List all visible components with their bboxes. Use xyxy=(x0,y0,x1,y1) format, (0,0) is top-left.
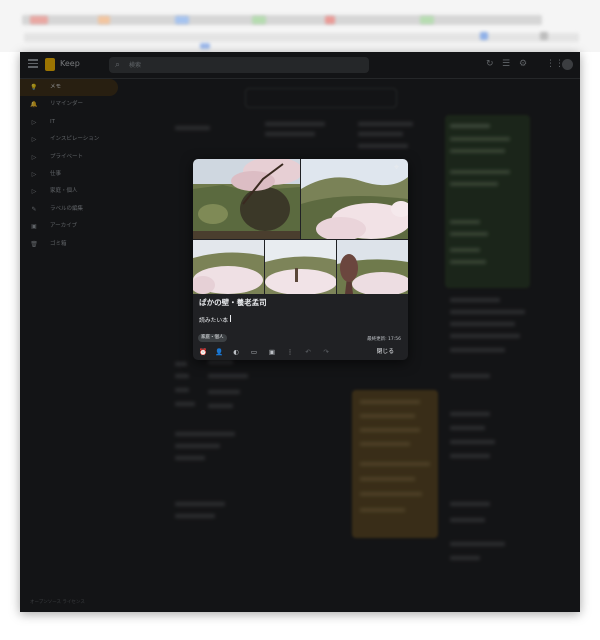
note-photo-3[interactable] xyxy=(193,240,264,294)
note-title[interactable]: ぱかの壁・養老孟司 xyxy=(199,297,267,308)
note-photo-1[interactable] xyxy=(193,159,300,239)
redo-icon[interactable]: ↷ xyxy=(322,348,330,356)
note-photo-4[interactable] xyxy=(265,240,336,294)
note-body[interactable]: 読みたい本 xyxy=(199,315,228,324)
pin-icon[interactable]: ⌖ xyxy=(394,164,399,173)
edited-timestamp: 最終更新: 17:56 xyxy=(367,337,401,342)
note-photo-2[interactable] xyxy=(301,159,408,239)
close-button[interactable]: 閉じる xyxy=(377,348,394,356)
undo-icon[interactable]: ↶ xyxy=(304,348,312,356)
remind-icon[interactable]: ⏰ xyxy=(199,348,207,356)
palette-icon[interactable]: ◐ xyxy=(232,348,240,356)
keep-window: Keep ⌕ 検索 ↻ ☰ ⚙ ⋮⋮ 💡 メモ 🔔 リマインダー ▷ IT ▷ … xyxy=(20,52,580,612)
more-icon[interactable]: ⋮ xyxy=(286,348,294,356)
archive-icon[interactable]: ▣ xyxy=(268,348,276,356)
browser-chrome xyxy=(0,0,600,52)
text-caret xyxy=(230,315,231,322)
label-chip[interactable]: 家庭・個人 xyxy=(198,334,227,342)
image-icon[interactable]: ▭ xyxy=(250,348,258,356)
note-photo-5[interactable] xyxy=(337,240,408,294)
note-dialog: ⌖ ぱかの壁・養老孟司 読みたい本 家庭・個人 最終更新: 17:56 ⏰ 👤 … xyxy=(193,159,408,360)
collaborator-icon[interactable]: 👤 xyxy=(215,348,223,356)
